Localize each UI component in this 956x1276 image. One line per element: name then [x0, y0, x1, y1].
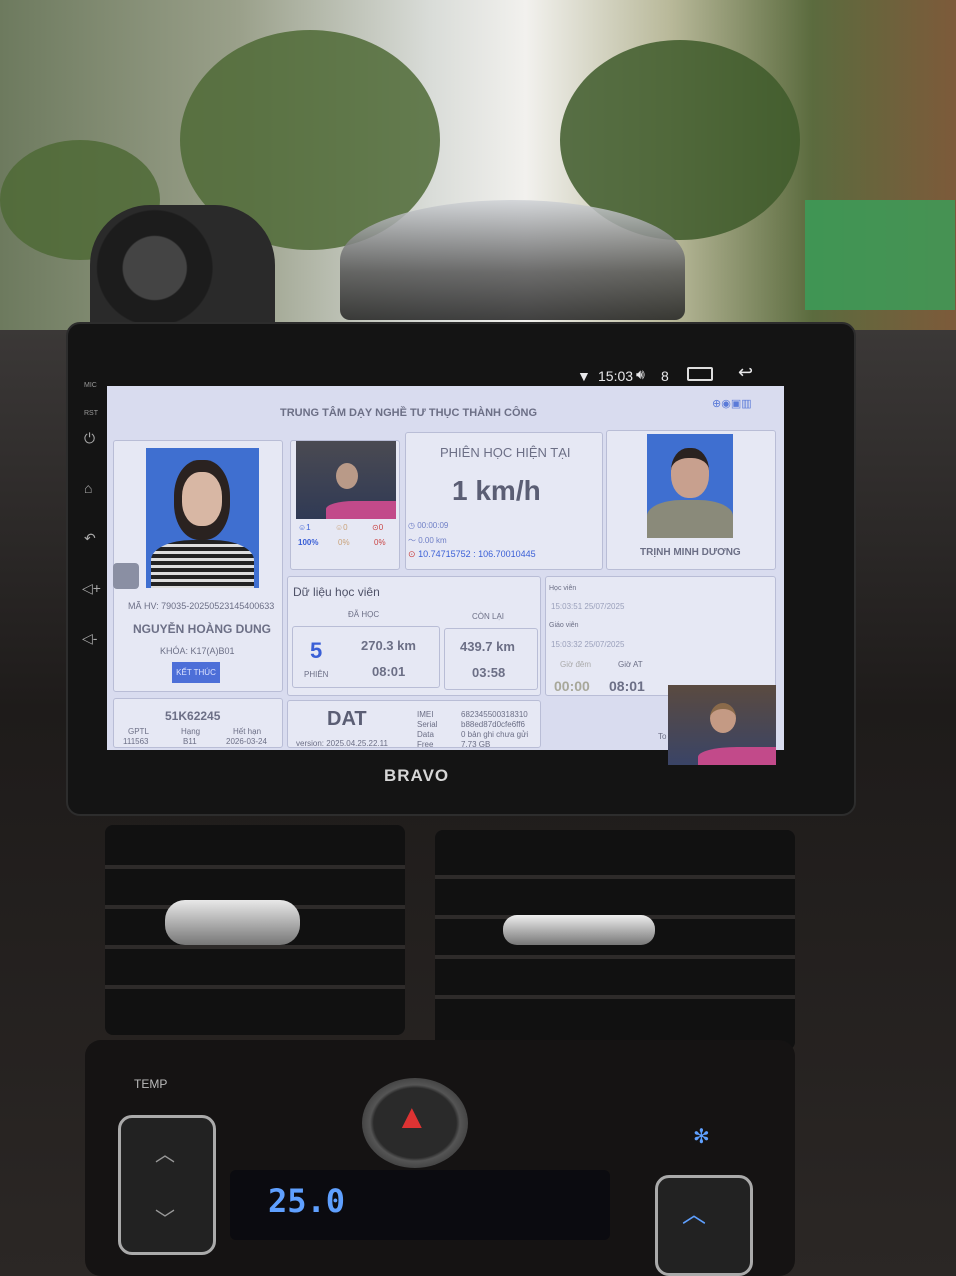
login-teacher-time: 15:03:32 25/07/2025	[551, 640, 625, 649]
session-distance: 〜 0.00 km	[408, 536, 447, 545]
remaining-box	[444, 628, 538, 690]
student-name: NGUYỄN HOÀNG DUNG	[133, 622, 272, 636]
sessions-label: PHIÊN	[304, 670, 329, 679]
volume-down-icon[interactable]: ◁-	[82, 630, 97, 647]
device-version: version: 2025.04.25.22.11	[296, 739, 388, 748]
stat-2-value: 0	[343, 523, 348, 532]
back-icon[interactable]: ↶	[84, 530, 96, 547]
student-data-title: Dữ liệu học viên	[293, 585, 380, 599]
data-label: Data	[417, 730, 434, 739]
volume-level: 8	[661, 368, 669, 384]
class-value: B11	[183, 737, 197, 746]
class-label: Hạng	[181, 727, 201, 736]
vent-knob[interactable]	[503, 915, 655, 945]
login-student-time: 15:03:51 25/07/2025	[551, 602, 625, 611]
right-air-vent[interactable]	[435, 830, 795, 1050]
login-student-label: Học viên	[549, 585, 577, 592]
helicopter-ornament	[340, 200, 685, 320]
distance-value: 0.00 km	[418, 536, 447, 545]
climate-display: 25.0	[230, 1170, 610, 1240]
serial-value: b88ed87d0cfe6ff6	[461, 720, 525, 729]
teacher-name: TRỊNH MINH DƯƠNG	[640, 547, 741, 558]
student-thumbnail	[113, 563, 139, 589]
auto-hours-value: 08:01	[609, 678, 645, 694]
fan-up-icon[interactable]: ︿	[682, 1194, 706, 1229]
session-duration: ◷ 00:00:09	[408, 521, 449, 530]
rst-label: RST	[84, 410, 98, 417]
device-name: DAT	[327, 708, 367, 730]
cabin-camera-image	[296, 441, 396, 519]
learned-km: 270.3 km	[361, 638, 416, 653]
center-title: TRUNG TÂM DẠY NGHỀ TƯ THỤC THÀNH CÔNG	[280, 407, 538, 419]
shop-sign	[805, 200, 955, 310]
nav-back-icon[interactable]: ↩	[738, 362, 753, 383]
volume-up-icon[interactable]: ◁+	[82, 580, 101, 597]
remaining-label: CÒN LẠI	[472, 612, 505, 621]
imei-value: 682345500318310	[461, 710, 528, 719]
temperature-readout: 25.0	[268, 1182, 346, 1220]
mic-label: MIC	[84, 382, 97, 389]
session-title: PHIÊN HỌC HIỆN TẠI	[440, 445, 571, 460]
fan-icon[interactable]: ✻	[693, 1124, 710, 1149]
temp-label: TEMP	[134, 1077, 168, 1091]
clock-time: 15:03	[598, 368, 634, 384]
vent-knob[interactable]	[165, 900, 300, 945]
coords-value: 10.74715752 : 106.70010445	[418, 549, 536, 559]
duration-value: 00:00:09	[417, 521, 449, 530]
login-teacher-label: Giáo viên	[549, 622, 579, 629]
stat-1-value: 1	[306, 523, 311, 532]
end-session-button[interactable]: KẾT THÚC	[172, 662, 220, 683]
free-label: Free	[417, 740, 434, 749]
expiry-value: 2026-03-24	[226, 737, 267, 746]
temp-up-icon[interactable]: ︿	[155, 1138, 175, 1167]
remaining-km: 439.7 km	[460, 639, 515, 654]
left-air-vent[interactable]	[105, 825, 405, 1035]
gptl-label: GPTL	[128, 727, 149, 736]
night-hours-value: 00:00	[554, 678, 590, 694]
student-course: KHÓA: K17(A)B01	[160, 646, 235, 656]
power-icon[interactable]: ⏻	[84, 430, 95, 447]
learned-time: 08:01	[372, 664, 406, 679]
to-label: To	[658, 732, 667, 741]
stat-3: ⊙0	[372, 523, 384, 532]
cabin-camera-preview	[668, 685, 776, 765]
serial-label: Serial	[417, 720, 438, 729]
stat-2-pct: 0%	[338, 538, 350, 547]
stat-2: ☺0	[335, 523, 348, 532]
student-id: MÃ HV: 79035-20250523145400633	[128, 601, 275, 611]
home-icon[interactable]: ⌂	[84, 480, 92, 496]
fan-buttons[interactable]: ︿	[655, 1175, 753, 1276]
imei-label: IMEI	[417, 710, 434, 719]
wifi-icon: ▼	[577, 368, 591, 384]
session-speed: 1 km/h	[452, 475, 541, 506]
vehicle-plate: 51K62245	[165, 709, 221, 723]
night-hours-label: Giờ đêm	[560, 660, 592, 669]
teacher-photo	[647, 434, 733, 538]
temp-down-icon[interactable]: ﹀	[155, 1203, 175, 1232]
expiry-label: Hết hạn	[233, 727, 262, 736]
temp-buttons[interactable]: ︿ ﹀	[118, 1115, 216, 1255]
data-value: 0 bản ghi chưa gửi	[461, 730, 529, 739]
free-value: 7.73 GB	[461, 740, 491, 749]
session-coords: ⊙ 10.74715752 : 106.70010445	[408, 549, 536, 559]
sessions-count: 5	[310, 638, 323, 663]
status-icons: ⊕◉▣▥	[712, 398, 752, 410]
volume-icon[interactable]: 🔊︎	[636, 366, 645, 383]
student-photo	[146, 448, 259, 588]
remaining-time: 03:58	[472, 665, 506, 680]
learned-label: ĐÃ HỌC	[348, 610, 380, 619]
stat-1-pct: 100%	[298, 538, 319, 547]
gptl-value: 111563	[123, 737, 149, 746]
hazard-icon: ▲	[395, 1098, 429, 1136]
stat-1: ☺1	[298, 523, 311, 532]
brand-logo: BRAVO	[384, 766, 450, 785]
recent-apps-icon[interactable]	[687, 367, 713, 381]
auto-hours-label: Giờ AT	[618, 660, 643, 669]
stat-3-pct: 0%	[374, 538, 386, 547]
hazard-button[interactable]: ▲	[362, 1078, 468, 1168]
stat-3-value: 0	[378, 523, 384, 532]
